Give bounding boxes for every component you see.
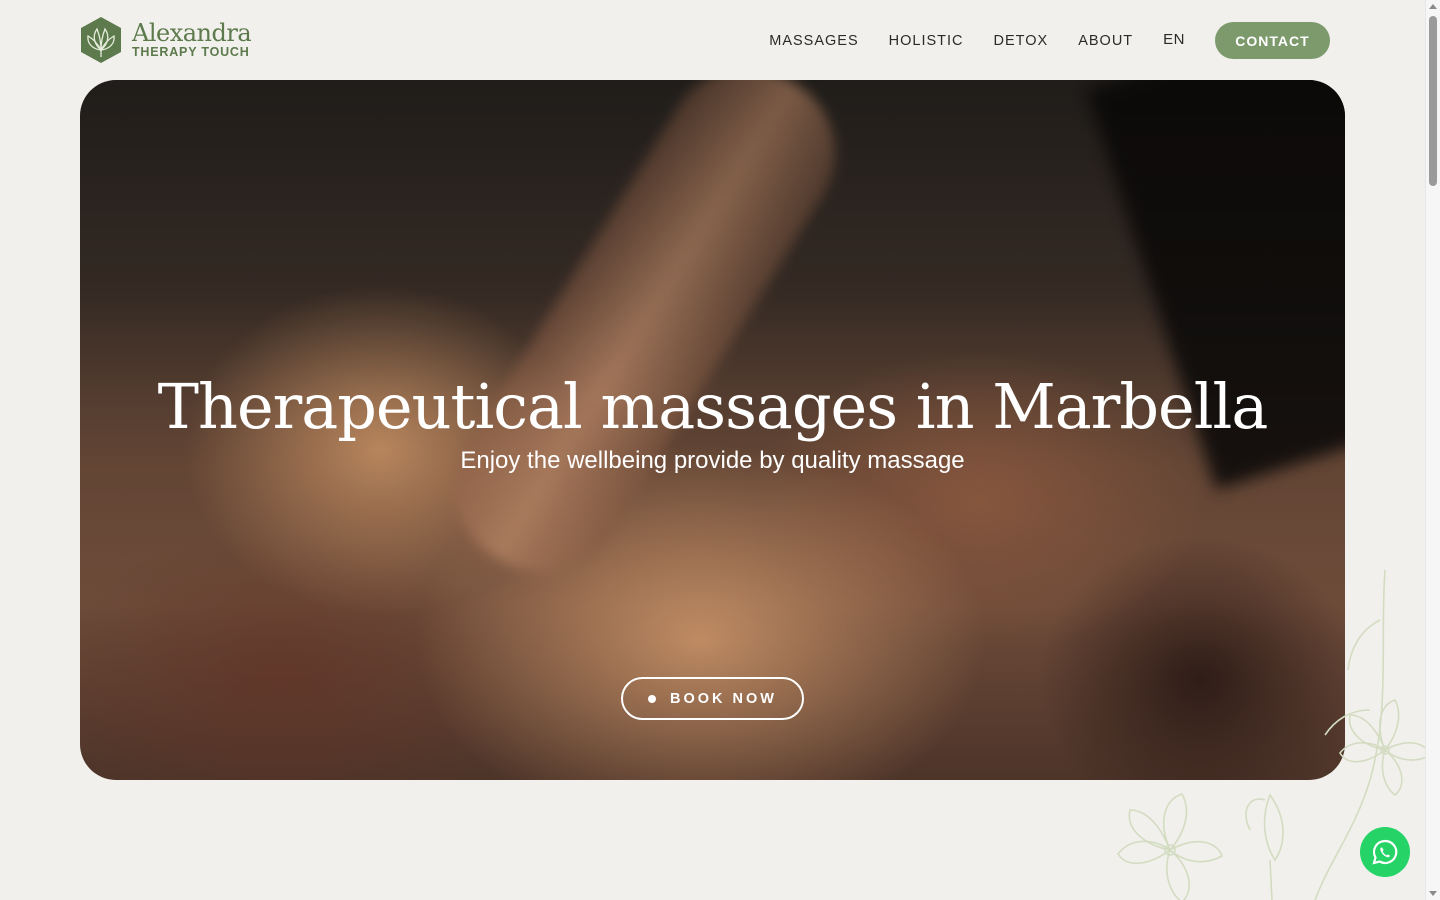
site-header: Alexandra THERAPY TOUCH MASSAGES HOLISTI… — [0, 0, 1425, 80]
whatsapp-button[interactable] — [1360, 827, 1410, 877]
scroll-down-arrow-icon[interactable] — [1429, 891, 1437, 896]
nav-item-holistic[interactable]: HOLISTIC — [889, 33, 964, 49]
brand-tagline: THERAPY TOUCH — [132, 45, 250, 60]
brand-name: Alexandra — [132, 19, 252, 48]
language-selector[interactable]: EN — [1163, 31, 1185, 48]
contact-button[interactable]: CONTACT — [1215, 22, 1330, 59]
dot-icon — [648, 694, 657, 703]
logo-text: Alexandra THERAPY TOUCH — [132, 19, 252, 60]
book-now-label: BOOK NOW — [670, 690, 777, 707]
scroll-up-arrow-icon[interactable] — [1429, 4, 1437, 9]
nav-item-about[interactable]: ABOUT — [1078, 33, 1133, 49]
scroll-thumb[interactable] — [1429, 16, 1437, 186]
page-scrollbar[interactable] — [1425, 0, 1440, 900]
hero-title: Therapeutical massages in Marbella — [157, 370, 1269, 443]
main-nav: MASSAGES HOLISTIC DETOX ABOUT EN CONTACT — [769, 22, 1330, 59]
lotus-hexagon-icon — [81, 17, 121, 63]
hero-subtitle: Enjoy the wellbeing provide by quality m… — [460, 447, 965, 474]
brand-logo[interactable]: Alexandra THERAPY TOUCH — [80, 16, 270, 64]
nav-item-massages[interactable]: MASSAGES — [769, 33, 858, 49]
whatsapp-icon — [1372, 839, 1398, 865]
nav-item-detox[interactable]: DETOX — [994, 33, 1049, 49]
book-now-button[interactable]: BOOK NOW — [621, 677, 804, 720]
